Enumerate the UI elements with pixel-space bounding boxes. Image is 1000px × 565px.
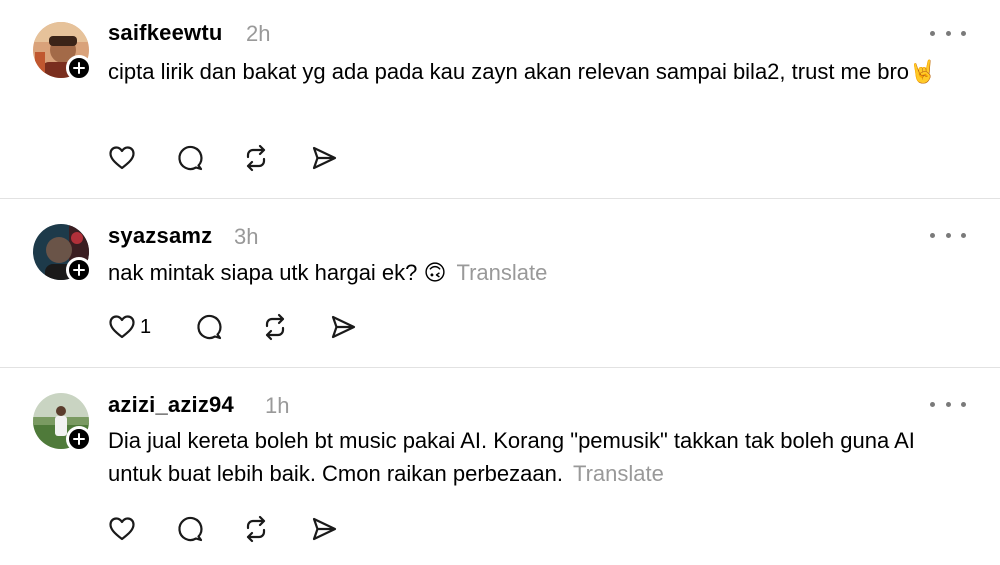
username[interactable]: syazsamz: [108, 223, 212, 249]
post-text: cipta lirik dan bakat yg ada pada kau za…: [108, 55, 948, 89]
timestamp: 3h: [234, 224, 259, 249]
reply-button[interactable]: [176, 143, 204, 173]
avatar[interactable]: [33, 224, 92, 283]
share-button[interactable]: [310, 514, 338, 544]
repost-button[interactable]: [242, 143, 270, 173]
follow-button[interactable]: [66, 55, 92, 81]
repost-icon: [265, 313, 285, 341]
heart-icon: [109, 315, 135, 339]
post-card: syazsamz 3h nak mintak siapa utk hargai …: [0, 199, 1000, 367]
repost-button[interactable]: [261, 312, 289, 342]
timestamp: 2h: [246, 21, 271, 46]
repost-icon: [246, 515, 266, 543]
like-button[interactable]: [108, 143, 136, 173]
post-text: nak mintak siapa utk hargai ek? 🙃 Transla…: [108, 256, 948, 290]
follow-button[interactable]: [66, 257, 92, 283]
reply-button[interactable]: [176, 514, 204, 544]
comment-icon: [178, 145, 203, 171]
username[interactable]: saifkeewtu: [108, 20, 223, 46]
send-icon: [331, 315, 356, 339]
post-text: Dia jual kereta boleh bt music pakai AI.…: [108, 424, 948, 490]
more-icon[interactable]: [930, 25, 966, 41]
follow-button[interactable]: [66, 426, 92, 452]
plus-icon: [73, 264, 85, 276]
reply-button[interactable]: [195, 312, 223, 342]
repost-button[interactable]: [242, 514, 270, 544]
repost-icon: [246, 144, 266, 172]
share-button[interactable]: [329, 312, 357, 342]
send-icon: [312, 146, 337, 170]
hand-emoji: 🤘: [909, 60, 937, 85]
heart-icon: [109, 517, 135, 541]
translate-link[interactable]: Translate: [456, 260, 547, 285]
plus-icon: [73, 62, 85, 74]
post-card: saifkeewtu 2h cipta lirik dan bakat yg a…: [0, 0, 1000, 198]
post-card: azizi_aziz94 1h Dia jual kereta boleh bt…: [0, 368, 1000, 565]
avatar[interactable]: [33, 393, 92, 452]
avatar[interactable]: [33, 22, 92, 81]
more-icon[interactable]: [930, 396, 966, 412]
plus-icon: [73, 433, 85, 445]
comment-icon: [178, 516, 203, 542]
upside-down-face-emoji: 🙃: [423, 261, 447, 286]
comment-icon: [197, 314, 222, 340]
like-button[interactable]: 1: [108, 312, 151, 342]
username[interactable]: azizi_aziz94: [108, 392, 234, 418]
send-icon: [312, 517, 337, 541]
like-count: 1: [140, 315, 152, 338]
translate-link[interactable]: Translate: [573, 461, 664, 486]
post-body: cipta lirik dan bakat yg ada pada kau za…: [108, 59, 910, 84]
heart-icon: [109, 146, 135, 170]
post-body: nak mintak siapa utk hargai ek?: [108, 260, 424, 285]
more-icon[interactable]: [930, 227, 966, 243]
like-button[interactable]: [108, 514, 136, 544]
share-button[interactable]: [310, 143, 338, 173]
post-body: Dia jual kereta boleh bt music pakai AI.…: [108, 428, 915, 486]
timestamp: 1h: [265, 393, 290, 418]
